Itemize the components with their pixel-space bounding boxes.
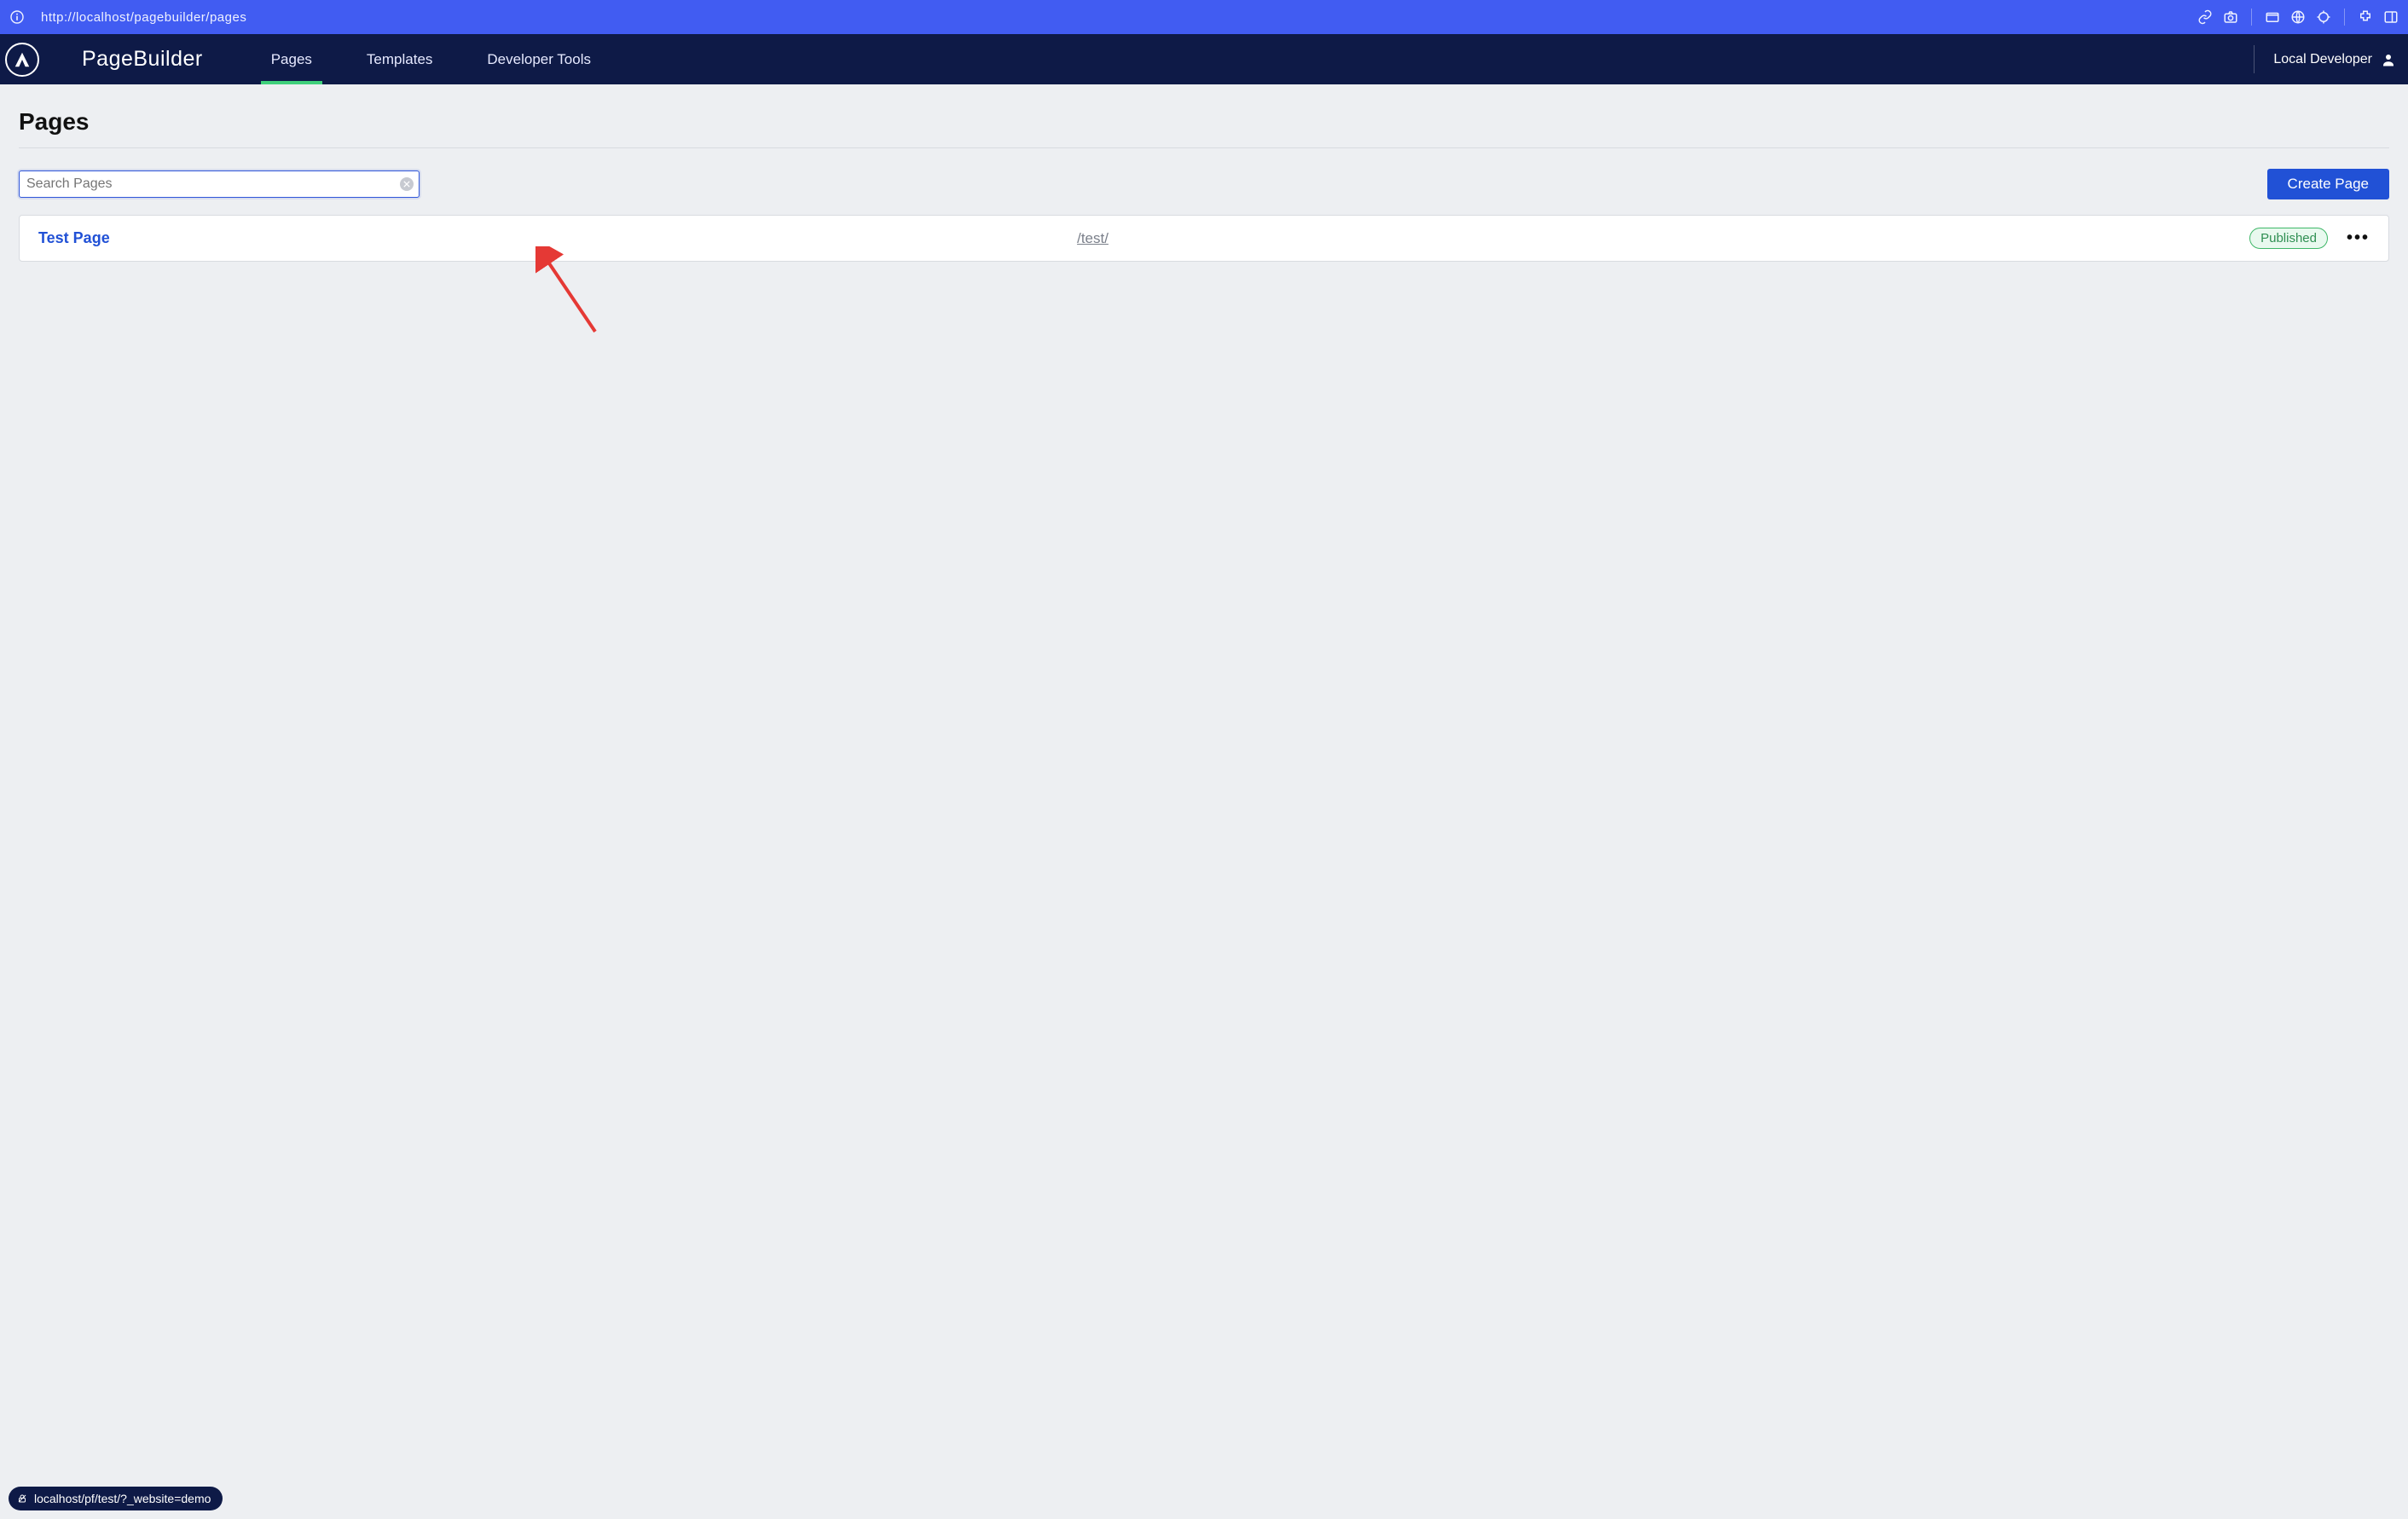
- row-path-link[interactable]: /test/: [1077, 230, 1108, 247]
- row-menu-icon[interactable]: •••: [2347, 228, 2370, 248]
- info-icon[interactable]: [9, 9, 26, 26]
- crosshair-icon[interactable]: [2315, 9, 2332, 26]
- globe-icon[interactable]: [2289, 9, 2307, 26]
- hover-url-text: localhost/pf/test/?_website=demo: [34, 1492, 211, 1505]
- nav-item-label: Templates: [367, 51, 432, 68]
- status-badge: Published: [2249, 228, 2328, 249]
- app-logo[interactable]: [5, 43, 39, 77]
- user-area[interactable]: Local Developer: [2254, 45, 2396, 73]
- folder-icon[interactable]: [2264, 9, 2281, 26]
- user-label: Local Developer: [2273, 52, 2372, 67]
- nav-item-pages[interactable]: Pages: [271, 34, 312, 84]
- pages-list: Test Page /test/ Published •••: [19, 215, 2389, 262]
- toolbar: Create Page: [19, 169, 2389, 199]
- app-title: PageBuilder: [82, 47, 203, 72]
- page-heading: Pages: [19, 108, 2389, 136]
- nav-item-developer-tools[interactable]: Developer Tools: [487, 34, 591, 84]
- divider: [2344, 9, 2345, 26]
- divider: [19, 147, 2389, 148]
- nav-item-label: Developer Tools: [487, 51, 591, 68]
- nav-item-templates[interactable]: Templates: [367, 34, 432, 84]
- extensions-icon[interactable]: [2357, 9, 2374, 26]
- panel-icon[interactable]: [2382, 9, 2399, 26]
- app-header: PageBuilder Pages Templates Developer To…: [0, 34, 2408, 84]
- nav: Pages Templates Developer Tools: [271, 34, 591, 84]
- search-input[interactable]: [26, 176, 400, 192]
- link-icon[interactable]: [2197, 9, 2214, 26]
- address-bar-url[interactable]: http://localhost/pagebuilder/pages: [41, 10, 246, 25]
- hover-url-pill: localhost/pf/test/?_website=demo: [9, 1487, 223, 1510]
- camera-icon[interactable]: [2222, 9, 2239, 26]
- lock-icon: [17, 1493, 27, 1504]
- divider: [2251, 9, 2252, 26]
- row-title[interactable]: Test Page: [38, 229, 110, 247]
- search-box[interactable]: [19, 170, 420, 198]
- clear-icon[interactable]: [400, 177, 414, 191]
- create-page-button[interactable]: Create Page: [2267, 169, 2389, 199]
- list-row[interactable]: Test Page /test/ Published •••: [19, 215, 2389, 262]
- user-icon: [2381, 52, 2396, 67]
- browser-chrome: http://localhost/pagebuilder/pages: [0, 0, 2408, 34]
- page-body: Pages Create Page Test Page /test/ Publi…: [0, 84, 2408, 1519]
- nav-item-label: Pages: [271, 51, 312, 68]
